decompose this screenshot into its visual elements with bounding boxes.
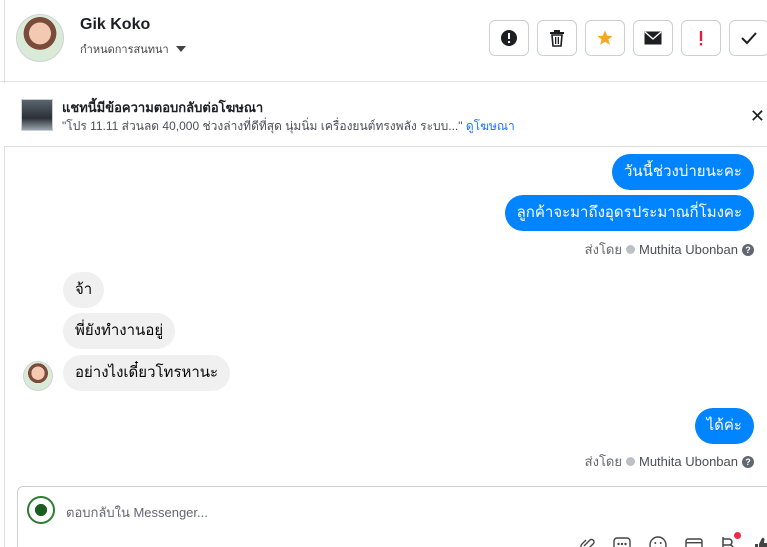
trash-icon <box>550 30 564 47</box>
check-icon <box>741 32 757 45</box>
message-text: ลูกค้าจะมาถึงอุดรประมาณกี่โมงคะ <box>516 204 742 221</box>
emoji-icon <box>649 536 667 547</box>
attachment-button[interactable] <box>578 535 598 547</box>
star-button[interactable] <box>585 20 625 56</box>
delete-button[interactable] <box>537 20 577 56</box>
caret-down-icon <box>175 46 186 52</box>
outgoing-message[interactable]: ลูกค้าจะมาถึงอุดรประมาณกี่โมงคะ <box>504 195 754 231</box>
message-text: อย่างไงเดี๋ยวโทรหานะ <box>75 364 219 381</box>
flag-button[interactable] <box>681 20 721 56</box>
view-ad-link[interactable]: ดูโฆษณา <box>466 119 515 133</box>
appointment-button[interactable] <box>684 535 704 547</box>
sent-by-info: ส่งโดย Muthita Ubonban ? <box>585 239 754 260</box>
incoming-message[interactable]: พี่ยังทำงานอยู่ <box>63 313 176 349</box>
ad-thumbnail[interactable] <box>21 99 53 131</box>
conversation-header: Gik Koko กำหนดการสนทนา <box>0 0 767 82</box>
exclamation-circle-icon <box>501 30 517 46</box>
page-avatar <box>27 496 55 524</box>
conversation-settings-label: กำหนดการสนทนา <box>80 44 169 56</box>
envelope-icon <box>644 31 662 45</box>
invoice-icon <box>722 537 734 547</box>
mark-done-button[interactable] <box>729 20 767 56</box>
mark-spam-button[interactable] <box>489 20 529 56</box>
reply-composer: ตอบกลับใน Messenger... <box>17 486 767 547</box>
saved-replies-button[interactable] <box>612 535 632 547</box>
notification-dot <box>734 532 741 539</box>
exclamation-icon <box>699 31 703 46</box>
ad-reply-banner: แชทนี้มีข้อความตอบกลับต่อโฆษณา "โปร 11.1… <box>4 83 767 147</box>
contact-name[interactable]: Gik Koko <box>80 16 150 34</box>
help-icon[interactable]: ? <box>742 243 754 256</box>
seen-check-icon <box>625 245 635 254</box>
close-icon[interactable]: ✕ <box>750 107 765 125</box>
sent-by-info: ส่งโดย Muthita Ubonban ? <box>585 451 754 472</box>
contact-avatar[interactable] <box>16 14 64 62</box>
payment-button[interactable] <box>718 532 741 547</box>
conversation-settings-dropdown[interactable]: กำหนดการสนทนา <box>80 40 186 58</box>
incoming-message[interactable]: อย่างไงเดี๋ยวโทรหานะ <box>63 355 231 391</box>
emoji-button[interactable] <box>648 535 668 547</box>
sent-by-label: ส่งโดย <box>584 454 622 469</box>
reply-input[interactable]: ตอบกลับใน Messenger... <box>66 502 208 523</box>
sent-by-label: ส่งโดย <box>584 242 622 257</box>
ad-banner-body: "โปร 11.11 ส่วนลด 40,000 ช่วงล่างที่ดีที… <box>62 117 515 136</box>
seen-check-icon <box>625 457 635 466</box>
message-text: จ้า <box>75 281 93 298</box>
message-text: ได้ค่ะ <box>706 417 742 434</box>
like-button[interactable] <box>752 535 767 547</box>
message-text: วันนี้ช่วงบ่ายนะคะ <box>624 163 742 180</box>
ad-banner-title: แชทนี้มีข้อความตอบกลับต่อโฆษณา <box>62 100 264 115</box>
help-icon[interactable]: ? <box>742 455 754 468</box>
incoming-message[interactable]: จ้า <box>63 272 105 308</box>
sender-name[interactable]: Muthita Ubonban <box>639 454 738 469</box>
sender-name[interactable]: Muthita Ubonban <box>639 242 738 257</box>
star-icon <box>597 30 613 45</box>
paperclip-icon <box>580 538 595 547</box>
outgoing-message[interactable]: วันนี้ช่วงบ่ายนะคะ <box>612 154 754 190</box>
ad-text: "โปร 11.11 ส่วนลด 40,000 ช่วงล่างที่ดีที… <box>62 119 463 133</box>
outgoing-message[interactable]: ได้ค่ะ <box>694 408 754 444</box>
contact-avatar-small[interactable] <box>23 361 53 391</box>
mark-unread-button[interactable] <box>633 20 673 56</box>
calendar-icon <box>685 538 703 547</box>
thumbs-up-icon <box>755 537 767 547</box>
chat-dots-icon <box>613 537 631 547</box>
message-text: พี่ยังทำงานอยู่ <box>75 322 164 339</box>
